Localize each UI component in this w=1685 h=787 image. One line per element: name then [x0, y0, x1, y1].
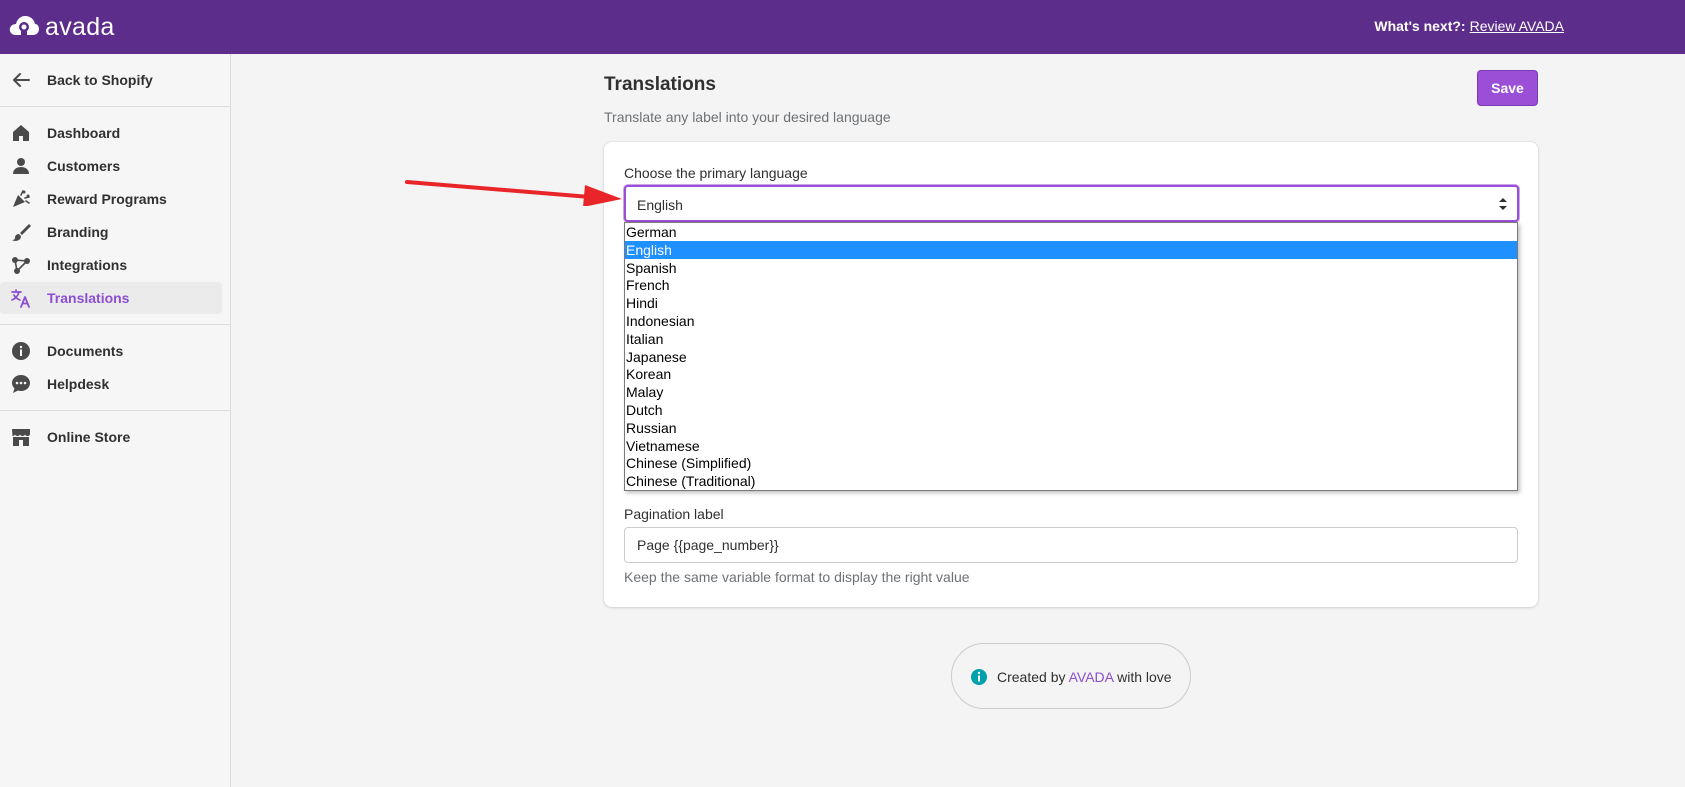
language-dropdown-list[interactable]: German English Spanish French Hindi Indo…	[624, 222, 1518, 491]
sidebar-divider	[0, 410, 231, 411]
person-icon	[13, 158, 29, 174]
sidebar-item-customers[interactable]: Customers	[0, 150, 231, 182]
language-option-spanish[interactable]: Spanish	[625, 259, 1517, 277]
sidebar: Back to Shopify Dashboard Customers Rewa…	[0, 54, 231, 787]
save-button[interactable]: Save	[1477, 70, 1538, 106]
sidebar-item-helpdesk[interactable]: Helpdesk	[0, 368, 231, 400]
whats-next: What's next?: Review AVADA	[1374, 17, 1564, 35]
sidebar-divider	[0, 106, 231, 107]
arrow-left-icon	[13, 73, 30, 87]
whats-next-label: What's next?:	[1374, 18, 1466, 34]
language-option-russian[interactable]: Russian	[625, 419, 1517, 437]
footer-prefix: Created by	[997, 669, 1066, 685]
network-icon	[12, 257, 30, 274]
footer-brand-link[interactable]: AVADA	[1069, 669, 1114, 685]
language-option-korean[interactable]: Korean	[625, 365, 1517, 383]
sidebar-item-label: Helpdesk	[47, 376, 110, 392]
language-option-chinese-simplified[interactable]: Chinese (Simplified)	[625, 454, 1517, 472]
info-icon	[971, 669, 987, 685]
sidebar-item-branding[interactable]: Branding	[0, 216, 231, 248]
sidebar-item-dashboard[interactable]: Dashboard	[0, 117, 231, 149]
created-by-footer: Created by AVADA with love	[951, 643, 1191, 709]
language-option-french[interactable]: French	[625, 276, 1517, 294]
confetti-icon	[13, 190, 30, 207]
language-option-vietnamese[interactable]: Vietnamese	[625, 437, 1517, 455]
sidebar-item-label: Dashboard	[47, 125, 121, 141]
sidebar-item-online-store[interactable]: Online Store	[0, 421, 231, 453]
primary-language-select[interactable]: English	[624, 185, 1519, 222]
page-subtitle: Translate any label into your desired la…	[604, 109, 891, 125]
language-option-indonesian[interactable]: Indonesian	[625, 312, 1517, 330]
footer-suffix: with love	[1117, 669, 1172, 685]
annotation-arrow-icon	[405, 180, 622, 206]
language-option-italian[interactable]: Italian	[625, 330, 1517, 348]
top-bar: avada What's next?: Review AVADA	[0, 0, 1685, 54]
translate-icon	[11, 289, 30, 308]
language-option-hindi[interactable]: Hindi	[625, 294, 1517, 312]
sidebar-item-label: Integrations	[47, 257, 128, 273]
language-option-german[interactable]: German	[625, 223, 1517, 241]
language-option-dutch[interactable]: Dutch	[625, 401, 1517, 419]
sidebar-item-label: Online Store	[47, 429, 131, 445]
sidebar-item-integrations[interactable]: Integrations	[0, 249, 231, 281]
logo-text: avada	[45, 13, 115, 41]
avada-logo-icon	[9, 16, 39, 35]
back-to-shopify-link[interactable]: Back to Shopify	[0, 64, 231, 96]
select-arrows-icon	[1499, 198, 1507, 210]
language-option-japanese[interactable]: Japanese	[625, 348, 1517, 366]
store-icon	[12, 429, 30, 446]
review-avada-link[interactable]: Review AVADA	[1470, 18, 1564, 34]
sidebar-item-label: Customers	[47, 158, 121, 174]
back-to-shopify-label: Back to Shopify	[47, 72, 153, 88]
chat-icon	[12, 375, 30, 393]
language-option-chinese-traditional[interactable]: Chinese (Traditional)	[625, 472, 1517, 490]
sidebar-divider	[0, 324, 231, 325]
primary-language-label: Choose the primary language	[624, 165, 808, 181]
sidebar-item-label: Reward Programs	[47, 191, 167, 207]
pagination-label: Pagination label	[624, 506, 724, 522]
language-option-english[interactable]: English	[625, 241, 1517, 259]
sidebar-item-reward-programs[interactable]: Reward Programs	[0, 183, 231, 215]
brush-icon	[12, 224, 31, 241]
avada-logo[interactable]: avada	[8, 12, 115, 42]
sidebar-item-translations[interactable]: Translations	[0, 282, 231, 314]
page-title: Translations	[604, 74, 716, 95]
pagination-input[interactable]	[624, 527, 1518, 563]
sidebar-item-label: Translations	[47, 290, 130, 306]
pagination-help-text: Keep the same variable format to display…	[624, 569, 970, 585]
info-icon	[12, 342, 30, 360]
sidebar-item-label: Documents	[47, 343, 124, 359]
sidebar-item-label: Branding	[47, 224, 109, 240]
selected-language: English	[637, 197, 683, 213]
footer-text: Created by AVADA with love	[997, 668, 1172, 686]
home-icon	[13, 125, 29, 141]
language-option-malay[interactable]: Malay	[625, 383, 1517, 401]
sidebar-item-documents[interactable]: Documents	[0, 335, 231, 367]
